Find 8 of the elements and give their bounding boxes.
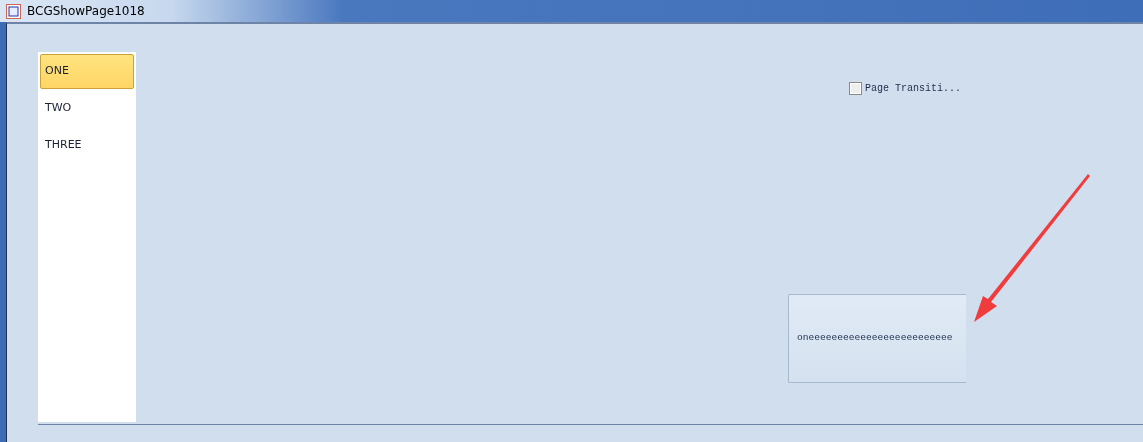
checkbox-label[interactable]: Page Transiti...	[865, 81, 961, 96]
page-list-item[interactable]: TWO	[40, 91, 134, 126]
panel-text: oneeeeeeeeeeeeeeeeeeeeeeeee	[797, 331, 953, 346]
page-list-item[interactable]: THREE	[40, 128, 134, 163]
page-list-item[interactable]: ONE	[40, 54, 134, 89]
app-icon	[6, 3, 21, 19]
window-title: BCGShowPage1018	[27, 3, 145, 20]
checkbox[interactable]	[849, 82, 862, 95]
